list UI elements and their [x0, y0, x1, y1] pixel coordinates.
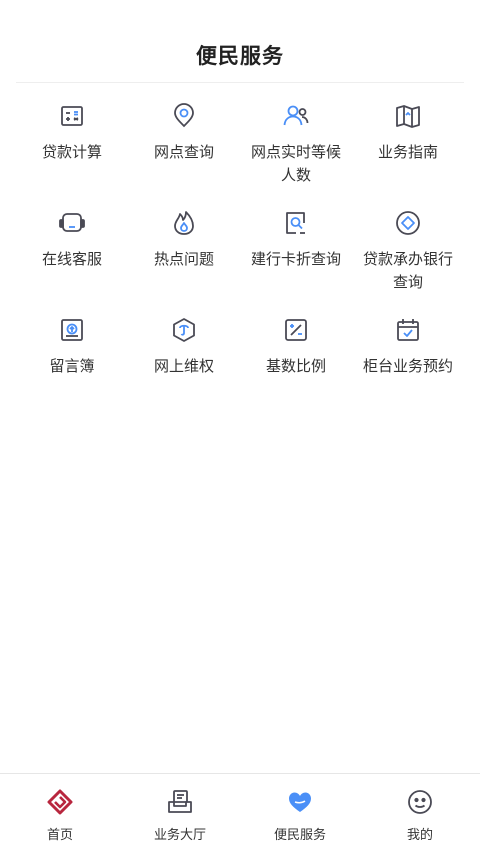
headset-icon	[57, 208, 87, 238]
service-label: 网上维权	[153, 357, 214, 375]
map-guide-icon	[393, 101, 423, 131]
flame-icon	[169, 208, 199, 238]
service-card-passbook-query[interactable]: 建行卡折查询	[240, 203, 352, 310]
service-label: 留言簿	[49, 357, 95, 375]
service-waiting-count[interactable]: 网点实时等候人数	[240, 96, 352, 203]
message-board-icon	[57, 315, 87, 345]
service-label: 热点问题	[153, 250, 214, 268]
service-grid: 贷款计算 网点查询 网点实时等候人数 业务指南 在线客服 热点问题 建行卡折查询…	[16, 96, 464, 417]
service-business-guide[interactable]: 业务指南	[352, 96, 464, 203]
service-loan-bank-query[interactable]: 贷款承办银行查询	[352, 203, 464, 310]
tab-label: 我的	[406, 828, 433, 843]
service-base-ratio[interactable]: 基数比例	[240, 310, 352, 417]
service-label: 贷款计算	[41, 143, 102, 161]
tab-label: 首页	[46, 828, 73, 843]
smiley-profile-icon	[406, 788, 434, 816]
service-label: 贷款承办银行查询	[362, 250, 453, 291]
service-label: 网点查询	[153, 143, 214, 161]
calculator-icon	[57, 101, 87, 131]
tab-convenience-services[interactable]: 便民服务	[240, 774, 360, 853]
service-label: 在线客服	[41, 250, 102, 268]
service-label: 网点实时等候人数	[250, 143, 341, 184]
service-branch-query[interactable]: 网点查询	[128, 96, 240, 203]
home-logo-icon	[46, 788, 74, 816]
tab-label: 业务大厅	[153, 828, 206, 843]
header-divider	[16, 82, 464, 83]
bottom-tab-bar: 首页 业务大厅 便民服务 我的	[0, 773, 480, 853]
diamond-circle-icon	[393, 208, 423, 238]
service-label: 建行卡折查询	[250, 250, 341, 268]
tab-mine[interactable]: 我的	[360, 774, 480, 853]
service-label: 业务指南	[377, 143, 438, 161]
service-loan-calculator[interactable]: 贷款计算	[16, 96, 128, 203]
tab-label: 便民服务	[273, 828, 326, 843]
tab-home[interactable]: 首页	[0, 774, 120, 853]
service-label: 柜台业务预约	[362, 357, 453, 375]
service-hot-questions[interactable]: 热点问题	[128, 203, 240, 310]
service-counter-appointment[interactable]: 柜台业务预约	[352, 310, 464, 417]
shield-rights-icon	[169, 315, 199, 345]
page-title: 便民服务	[196, 44, 284, 68]
tab-business-hall[interactable]: 业务大厅	[120, 774, 240, 853]
service-online-rights[interactable]: 网上维权	[128, 310, 240, 417]
heart-hand-icon	[286, 788, 314, 816]
header: 便民服务	[0, 0, 480, 82]
service-message-board[interactable]: 留言簿	[16, 310, 128, 417]
service-online-support[interactable]: 在线客服	[16, 203, 128, 310]
percentage-icon	[281, 315, 311, 345]
calendar-check-icon	[393, 315, 423, 345]
service-label: 基数比例	[265, 357, 326, 375]
business-hall-icon	[166, 788, 194, 816]
people-icon	[281, 101, 311, 131]
card-search-icon	[281, 208, 311, 238]
location-pin-icon	[169, 101, 199, 131]
